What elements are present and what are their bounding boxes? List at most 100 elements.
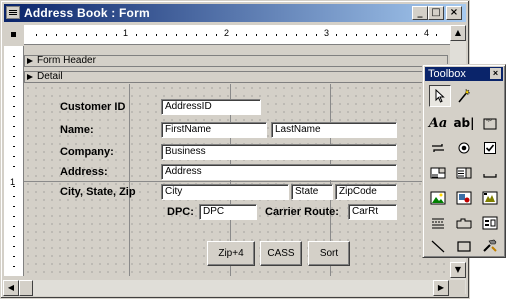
toolbox-close-icon[interactable]: × — [490, 68, 501, 79]
ruler-tick — [96, 34, 97, 36]
company-label[interactable]: Company: — [60, 145, 114, 159]
state-field[interactable]: State — [291, 184, 333, 200]
ruler-tick — [86, 34, 87, 36]
city-field[interactable]: City — [161, 184, 289, 200]
dpc-label[interactable]: DPC: — [167, 205, 194, 219]
scroll-down-button[interactable]: ▼ — [450, 262, 466, 278]
dpc-field[interactable]: DPC — [199, 204, 257, 220]
form-icon[interactable] — [6, 6, 20, 19]
ruler-tick — [346, 34, 347, 36]
toolbox-palette[interactable]: Toolbox × Aa ab| xyz — [422, 64, 506, 258]
vertical-ruler[interactable]: 1 — [4, 46, 24, 276]
ruler-tick — [13, 266, 15, 267]
zip-code-field[interactable]: ZipCode — [335, 184, 397, 200]
check-box-icon[interactable] — [479, 137, 501, 159]
customer-id-field[interactable]: AddressID — [161, 99, 261, 115]
ruler-tick — [116, 34, 117, 36]
horizontal-scrollbar[interactable]: ◀ ▶ — [3, 280, 449, 296]
scroll-thumb[interactable] — [19, 280, 33, 296]
ruler-tick — [13, 216, 15, 217]
command-button-icon[interactable] — [479, 162, 501, 184]
address-field[interactable]: Address — [161, 164, 397, 180]
unbound-object-frame-icon[interactable] — [453, 187, 475, 209]
form-selector[interactable] — [4, 25, 24, 45]
cass-button[interactable]: CASS — [260, 241, 302, 266]
size-grip[interactable] — [449, 280, 465, 296]
rectangle-tool-icon[interactable] — [453, 235, 475, 257]
carrier-route-field[interactable]: CarRt — [348, 204, 397, 220]
ruler-tick — [106, 34, 107, 36]
more-controls-icon[interactable] — [479, 235, 501, 257]
scroll-right-button[interactable]: ▶ — [433, 280, 449, 296]
close-button[interactable]: × — [446, 6, 462, 20]
ruler-tick — [13, 226, 15, 227]
bound-object-frame-icon[interactable] — [479, 187, 501, 209]
title-bar[interactable]: Address Book : Form _ □ × — [4, 4, 466, 22]
grid-line — [129, 84, 130, 276]
select-objects-icon[interactable] — [429, 85, 451, 107]
toolbox-title: Toolbox — [428, 68, 466, 80]
list-box-icon[interactable] — [453, 162, 475, 184]
zip4-button[interactable]: Zip+4 — [207, 241, 255, 266]
ruler-tick — [236, 34, 237, 36]
ruler-tick — [396, 34, 397, 36]
horizontal-ruler[interactable]: 1 2 3 4 — [4, 25, 466, 45]
ruler-tick — [316, 34, 317, 36]
ruler-tick — [13, 86, 15, 87]
section-label: Form Header — [37, 55, 96, 66]
sort-button[interactable]: Sort — [308, 241, 350, 266]
ruler-tick — [376, 34, 377, 36]
ruler-tick — [286, 34, 287, 36]
ruler-tick — [13, 76, 15, 77]
ruler-tick — [13, 156, 15, 157]
control-wizards-icon[interactable] — [453, 85, 475, 107]
tab-control-icon[interactable] — [453, 212, 475, 234]
option-group-icon[interactable]: xyz — [479, 112, 501, 134]
ruler-tick — [76, 34, 77, 36]
ruler-tick — [186, 34, 187, 36]
ruler-number: 1 — [123, 28, 129, 38]
toolbox-title-bar[interactable]: Toolbox × — [425, 67, 503, 81]
svg-text:xyz: xyz — [486, 117, 492, 122]
minimize-button[interactable]: _ — [412, 6, 428, 20]
scroll-up-button[interactable]: ▲ — [450, 25, 466, 41]
page-break-icon[interactable] — [427, 212, 449, 234]
ruler-number: 3 — [324, 28, 330, 38]
toggle-button-icon[interactable] — [427, 137, 449, 159]
ruler-tick — [416, 34, 417, 36]
ruler-tick — [56, 34, 57, 36]
company-field[interactable]: Business — [161, 144, 397, 160]
ruler-tick — [13, 56, 15, 57]
first-name-field[interactable]: FirstName — [161, 122, 267, 138]
carrier-route-label[interactable]: Carrier Route: — [265, 205, 339, 219]
form-header-bar[interactable]: Form Header — [24, 55, 448, 67]
ruler-tick — [256, 34, 257, 36]
scroll-left-button[interactable]: ◀ — [3, 280, 19, 296]
window-title: Address Book : Form — [24, 6, 150, 20]
label-tool-icon[interactable]: Aa — [427, 112, 449, 134]
city-state-zip-label[interactable]: City, State, Zip — [60, 185, 136, 199]
ruler-tick — [13, 236, 15, 237]
ruler-tick — [216, 34, 217, 36]
ruler-tick — [13, 136, 15, 137]
image-tool-icon[interactable] — [427, 187, 449, 209]
ruler-tick — [166, 34, 167, 36]
name-label[interactable]: Name: — [60, 123, 94, 137]
line-tool-icon[interactable] — [427, 235, 449, 257]
ruler-tick — [276, 34, 277, 36]
option-button-icon[interactable] — [453, 137, 475, 159]
combo-box-icon[interactable] — [427, 162, 449, 184]
ruler-tick — [13, 66, 15, 67]
ruler-tick — [336, 34, 337, 36]
last-name-field[interactable]: LastName — [271, 122, 397, 138]
text-box-tool-icon[interactable]: ab| — [453, 112, 475, 134]
customer-id-label[interactable]: Customer ID — [60, 100, 125, 114]
subform-icon[interactable] — [479, 212, 501, 234]
maximize-button[interactable]: □ — [428, 6, 444, 20]
ruler-tick — [296, 34, 297, 36]
ruler-tick — [386, 34, 387, 36]
ruler-tick — [13, 146, 15, 147]
address-label[interactable]: Address: — [60, 165, 108, 179]
ruler-tick — [366, 34, 367, 36]
detail-bar[interactable]: Detail — [24, 71, 448, 83]
